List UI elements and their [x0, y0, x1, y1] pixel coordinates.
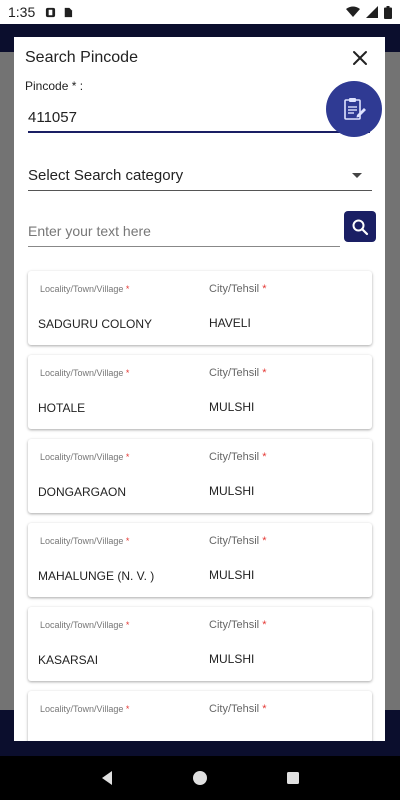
home-button[interactable] [188, 766, 212, 790]
result-card[interactable]: Locality/Town/Village * City/Tehsil * DO… [28, 439, 372, 513]
city-value: MULSHI [209, 568, 255, 582]
required-mark: * [125, 284, 130, 294]
city-label-text: City/Tehsil [209, 619, 260, 631]
city-label: City/Tehsil * [209, 703, 266, 715]
locality-label-text: Locality/Town/Village [40, 368, 124, 378]
dropdown-arrow-icon [352, 173, 362, 178]
result-card[interactable]: Locality/Town/Village * City/Tehsil * [28, 691, 372, 741]
required-mark: * [125, 452, 130, 462]
close-icon[interactable] [349, 47, 371, 69]
locality-value: DONGARGAON [38, 485, 127, 499]
required-mark: * [262, 535, 267, 547]
home-circle-icon [192, 771, 207, 785]
search-pincode-dialog: Search Pincode Pincode * : Select Search… [14, 37, 385, 741]
locality-label: Locality/Town/Village * [40, 368, 129, 378]
android-nav-bar [0, 756, 400, 800]
city-label-text: City/Tehsil [209, 703, 260, 715]
locality-value: HOTALE [38, 401, 86, 415]
sim-card-icon [65, 7, 73, 17]
search-button[interactable] [344, 211, 376, 242]
city-label: City/Tehsil * [209, 451, 266, 463]
city-label: City/Tehsil * [209, 535, 266, 547]
locality-label-text: Locality/Town/Village [40, 704, 124, 714]
search-category-value: Select Search category [28, 167, 184, 184]
required-mark: * [125, 368, 130, 378]
required-mark: * [125, 620, 130, 630]
required-mark: * [262, 451, 267, 463]
city-label-text: City/Tehsil [209, 535, 260, 547]
result-card[interactable]: Locality/Town/Village * City/Tehsil * SA… [28, 271, 372, 345]
shield-icon [46, 7, 56, 17]
locality-label: Locality/Town/Village * [40, 452, 129, 462]
search-icon [352, 219, 369, 235]
locality-label: Locality/Town/Village * [40, 704, 129, 714]
city-label: City/Tehsil * [209, 367, 266, 379]
recents-square-icon [287, 772, 300, 784]
city-label: City/Tehsil * [209, 619, 266, 631]
required-mark: * [262, 283, 267, 295]
required-mark: * [125, 536, 130, 546]
locality-label-text: Locality/Town/Village [40, 452, 124, 462]
recents-button[interactable] [281, 766, 305, 790]
city-value: HAVELI [209, 316, 251, 330]
city-value: MULSHI [209, 652, 255, 666]
clipboard-button[interactable] [326, 81, 382, 137]
required-mark: * [125, 704, 130, 714]
status-time: 1:35 [8, 4, 36, 20]
clipboard-icon [344, 98, 366, 120]
battery-icon [384, 5, 392, 19]
signal-icon [366, 6, 378, 18]
back-triangle-icon [101, 771, 112, 785]
required-mark: * [262, 703, 267, 715]
locality-label: Locality/Town/Village * [40, 284, 129, 294]
city-label-text: City/Tehsil [209, 367, 260, 379]
locality-label: Locality/Town/Village * [40, 536, 129, 546]
wifi-icon [346, 6, 360, 17]
locality-label: Locality/Town/Village * [40, 620, 129, 630]
locality-label-text: Locality/Town/Village [40, 536, 124, 546]
locality-label-text: Locality/Town/Village [40, 620, 124, 630]
locality-value: SADGURU COLONY [38, 317, 153, 331]
city-label-text: City/Tehsil [209, 283, 260, 295]
city-value: MULSHI [209, 400, 255, 414]
locality-value: MAHALUNGE (N. V. ) [38, 569, 155, 583]
locality-label-text: Locality/Town/Village [40, 284, 124, 294]
result-card[interactable]: Locality/Town/Village * City/Tehsil * HO… [28, 355, 372, 429]
city-label-text: City/Tehsil [209, 451, 260, 463]
locality-value: KASARSAI [38, 653, 99, 667]
status-bar: 1:35 [0, 0, 400, 24]
required-mark: * [262, 367, 267, 379]
back-button[interactable] [95, 766, 119, 790]
city-value: MULSHI [209, 484, 255, 498]
result-card[interactable]: Locality/Town/Village * City/Tehsil * MA… [28, 523, 372, 597]
dialog-title: Search Pincode [25, 49, 138, 66]
results-list: Locality/Town/Village * City/Tehsil * SA… [28, 271, 372, 741]
result-card[interactable]: Locality/Town/Village * City/Tehsil * KA… [28, 607, 372, 681]
required-mark: * [262, 619, 267, 631]
search-text-input[interactable] [28, 215, 340, 247]
pincode-label: Pincode * : [25, 79, 84, 93]
pincode-input[interactable] [28, 99, 370, 133]
search-category-select[interactable]: Select Search category [28, 161, 372, 191]
city-label: City/Tehsil * [209, 283, 266, 295]
